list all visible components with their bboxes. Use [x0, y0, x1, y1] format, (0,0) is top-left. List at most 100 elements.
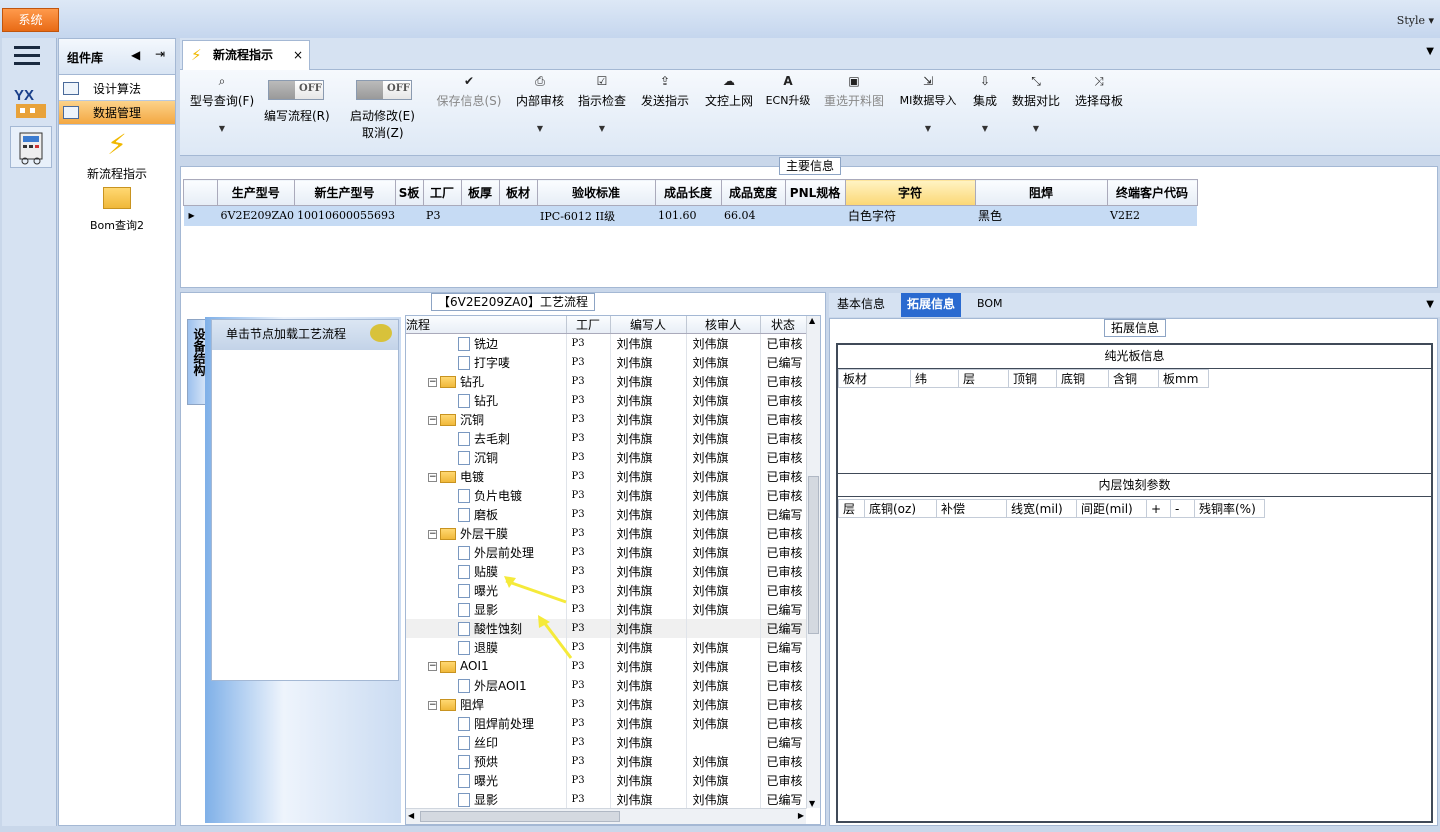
- column-header[interactable]: +: [1146, 499, 1171, 518]
- horizontal-scrollbar[interactable]: ◀ ▶: [406, 808, 806, 824]
- tab-basic-info[interactable]: 基本信息: [831, 293, 891, 317]
- column-header[interactable]: 工厂: [422, 179, 462, 206]
- column-header[interactable]: 阻焊: [974, 179, 1108, 206]
- column-header[interactable]: 板材: [838, 369, 911, 388]
- model-query-button[interactable]: ⌕ 型号查询(F) ▼: [186, 72, 258, 136]
- column-header[interactable]: 终端客户代码: [1106, 179, 1198, 206]
- column-header[interactable]: 成品长度: [654, 179, 722, 206]
- column-header[interactable]: 含铜: [1108, 369, 1159, 388]
- scroll-down-icon[interactable]: ▼: [809, 799, 815, 808]
- column-header[interactable]: 线宽(mil): [1006, 499, 1077, 518]
- comp-item-design-algo[interactable]: 设计算法: [59, 77, 175, 101]
- column-header[interactable]: 底铜(oz): [864, 499, 937, 518]
- table-cell[interactable]: 101.60: [655, 205, 722, 226]
- button-label: 内部审核: [515, 94, 564, 108]
- left-nav-bar: YX: [2, 38, 57, 826]
- tab-list-chevron-icon[interactable]: ▼: [1426, 46, 1434, 57]
- column-header[interactable]: 板厚: [460, 179, 500, 206]
- send-instruction-button[interactable]: ⇪ 发送指示: [638, 72, 692, 108]
- toggle-knob: [269, 81, 295, 99]
- column-header[interactable]: 纬: [910, 369, 959, 388]
- tab-list-chevron-icon[interactable]: ▼: [1426, 299, 1434, 310]
- vertical-scrollbar[interactable]: ▲ ▼: [806, 316, 820, 808]
- table-cell[interactable]: IPC-6012 II级: [537, 205, 656, 226]
- data-compare-button[interactable]: ⤡ 数据对比 ▼: [1010, 72, 1062, 136]
- instruction-check-button[interactable]: ☑ 指示检查 ▼: [576, 72, 628, 136]
- table-cell[interactable]: [785, 205, 846, 226]
- scroll-right-icon[interactable]: ▶: [798, 811, 804, 820]
- internal-review-button[interactable]: ⎙ 内部审核 ▼: [512, 72, 568, 136]
- table-cell[interactable]: 10010600055693: [294, 205, 396, 226]
- select-master-board-button[interactable]: ⤨ 选择母板: [1072, 72, 1126, 108]
- doc-online-button[interactable]: ☁ 文控上网: [702, 72, 756, 108]
- column-header[interactable]: 生产型号: [217, 179, 295, 206]
- tool-bom-query[interactable]: Bom查询2: [59, 187, 175, 233]
- tool-new-flow[interactable]: ⚡ 新流程指示: [59, 129, 175, 182]
- table-cell[interactable]: P3: [423, 205, 462, 226]
- hamburger-menu-icon[interactable]: [14, 46, 40, 66]
- save-info-button[interactable]: ✔ 保存信息(S): [430, 72, 508, 108]
- tool-label: 新流程指示: [86, 167, 147, 181]
- table-cell[interactable]: 6V2E209ZA0: [217, 205, 295, 226]
- table-cell[interactable]: 黑色: [975, 205, 1108, 226]
- mi-import-button[interactable]: ⇲ MI数据导入 ▼: [896, 72, 960, 136]
- column-header[interactable]: 新生产型号: [293, 179, 396, 206]
- integrate-button[interactable]: ⇩ 集成 ▼: [970, 72, 1000, 136]
- column-header[interactable]: 间距(mil): [1076, 499, 1147, 518]
- table-cell[interactable]: [499, 205, 538, 226]
- column-header[interactable]: -: [1170, 499, 1195, 518]
- scroll-left-icon[interactable]: ◀: [408, 811, 414, 820]
- column-header[interactable]: 残铜率(%): [1194, 499, 1265, 518]
- extended-info-title: 拓展信息: [1104, 319, 1167, 337]
- scroll-up-icon[interactable]: ▲: [809, 316, 815, 325]
- tab-new-flow[interactable]: ⚡ 新流程指示 ×: [182, 40, 310, 70]
- edit-flow-toggle[interactable]: OFF: [268, 80, 324, 100]
- table-row[interactable]: ▶ 6V2E209ZA0 10010600055693 P3 IPC-6012 …: [183, 205, 1198, 226]
- tab-extended-info[interactable]: 拓展信息: [901, 293, 962, 317]
- tab-close-icon[interactable]: ×: [293, 41, 303, 69]
- table-cell[interactable]: V2E2: [1107, 205, 1198, 226]
- button-label: 保存信息(S): [436, 94, 502, 108]
- comp-item-label: 设计算法: [92, 82, 141, 96]
- table-cell[interactable]: 白色字符: [845, 205, 976, 226]
- column-header[interactable]: 板mm: [1158, 369, 1209, 388]
- column-header[interactable]: 底铜: [1056, 369, 1109, 388]
- scroll-thumb[interactable]: [808, 476, 819, 634]
- comp-item-data-mgmt[interactable]: 数据管理: [59, 101, 175, 125]
- ribbon-toolbar: ⌕ 型号查询(F) ▼ OFF 编写流程(R) OFF 启动修改(E) 取消(Z…: [180, 70, 1440, 156]
- button-label: 数据对比: [1011, 94, 1060, 108]
- system-menu-button[interactable]: 系统: [2, 8, 59, 32]
- calculator-icon[interactable]: [10, 126, 52, 168]
- reselect-cutting-button[interactable]: ▣ 重选开料图: [822, 72, 886, 108]
- table-cell[interactable]: [395, 205, 424, 226]
- enable-edit-toggle[interactable]: OFF: [356, 80, 412, 100]
- scroll-thumb[interactable]: [420, 811, 620, 822]
- enable-edit-label[interactable]: 启动修改(E): [350, 107, 415, 124]
- column-header[interactable]: 验收标准: [536, 179, 656, 206]
- column-header[interactable]: 板材: [498, 179, 538, 206]
- tab-bom[interactable]: BOM: [971, 293, 1009, 317]
- style-dropdown[interactable]: Style ▾: [1397, 14, 1434, 27]
- row-pointer-icon: ▶: [183, 205, 218, 226]
- search-icon: ⌕: [218, 74, 226, 88]
- ecn-upgrade-button[interactable]: A ECN升级: [764, 72, 812, 108]
- column-header[interactable]: 成品宽度: [720, 179, 786, 206]
- table-cell[interactable]: [461, 205, 500, 226]
- right-tab-strip: 基本信息 拓展信息 BOM ▼: [829, 293, 1440, 317]
- yx-app-icon[interactable]: YX: [10, 82, 52, 124]
- column-header[interactable]: 补偿: [936, 499, 1007, 518]
- collapse-left-icon[interactable]: ◀: [131, 48, 140, 62]
- column-header[interactable]: 顶铜: [1008, 369, 1057, 388]
- pin-icon[interactable]: ⇥: [155, 47, 165, 61]
- column-header[interactable]: 层: [958, 369, 1009, 388]
- column-header[interactable]: 层: [838, 499, 865, 518]
- equipment-tree[interactable]: 单击节点加载工艺流程: [211, 319, 399, 681]
- dropdown-caret-icon: ▼: [924, 124, 932, 133]
- speech-bubble-icon: [370, 324, 392, 342]
- edit-flow-label[interactable]: 编写流程(R): [264, 107, 330, 124]
- table-cell[interactable]: 66.04: [721, 205, 786, 226]
- cancel-button[interactable]: 取消(Z): [362, 124, 404, 141]
- column-header[interactable]: S板: [394, 179, 424, 206]
- column-header[interactable]: PNL规格: [784, 179, 846, 206]
- column-header[interactable]: 字符: [844, 179, 976, 206]
